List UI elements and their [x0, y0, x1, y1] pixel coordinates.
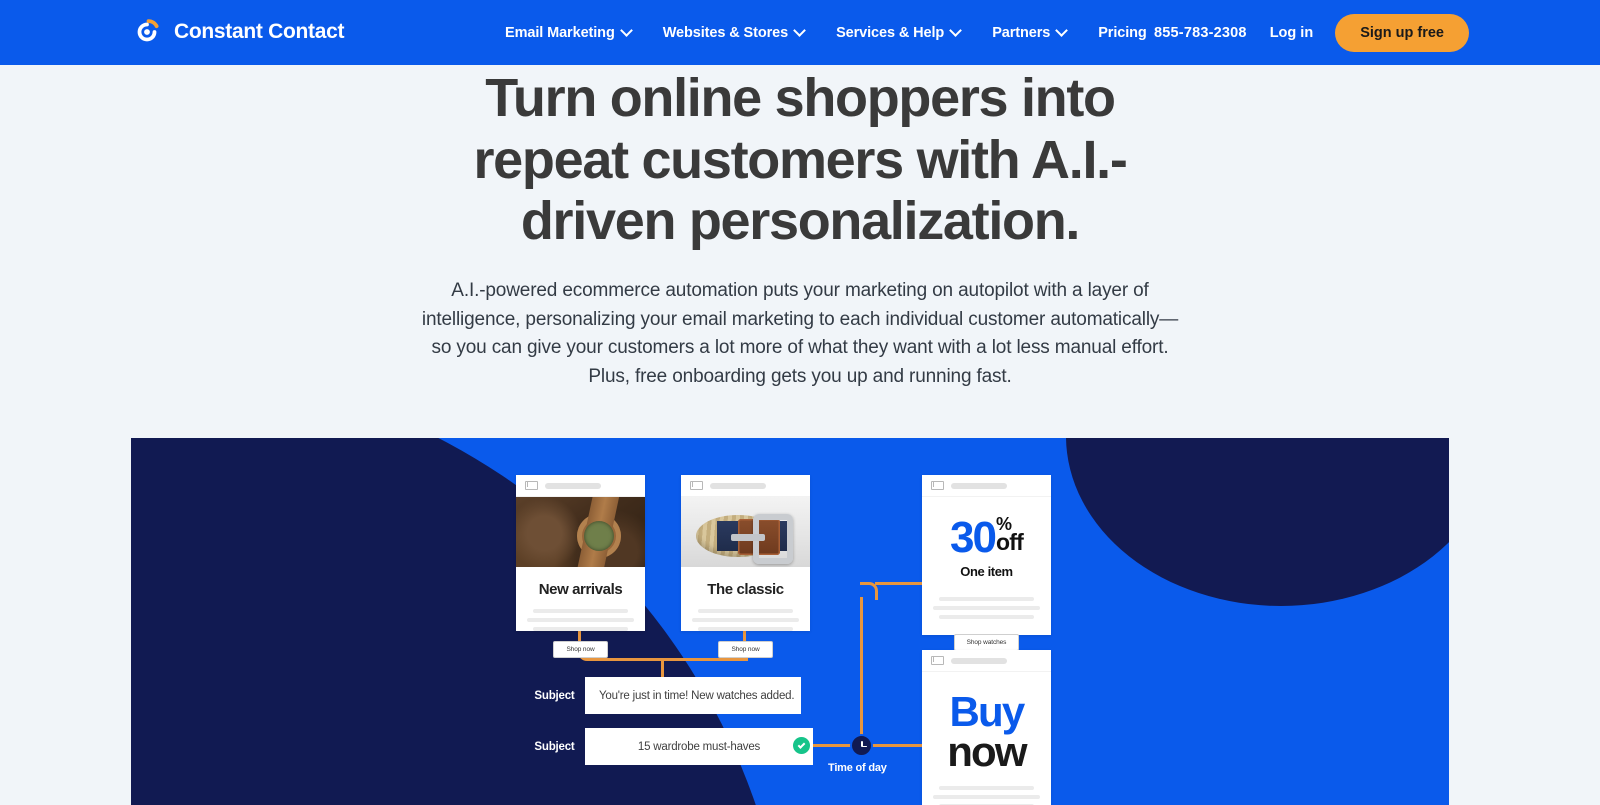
chevron-down-icon	[619, 24, 633, 37]
nav-item-websites-stores[interactable]: Websites & Stores	[647, 24, 820, 41]
shop-now-button[interactable]: Shop now	[553, 641, 608, 658]
email-card-new-arrivals[interactable]: New arrivals Shop now	[516, 475, 645, 658]
page-title: Turn online shoppers into repeat custome…	[473, 68, 1127, 252]
phone-number-link[interactable]: 855-783-2308	[1154, 25, 1247, 41]
nav-utility-group: 855-783-2308 Log in Sign up free	[1154, 0, 1469, 65]
nav-item-services-help[interactable]: Services & Help	[820, 24, 976, 41]
nav-item-label: Websites & Stores	[662, 24, 789, 41]
discount-subtitle: One item	[960, 563, 1013, 579]
subject-label: Subject	[524, 728, 585, 765]
buy-word-bottom: now	[947, 727, 1027, 775]
clock-icon[interactable]	[850, 734, 873, 757]
time-of-day-label: Time of day	[828, 762, 887, 774]
brand-logo-link[interactable]: Constant Contact	[131, 16, 345, 48]
email-card-buy-now[interactable]: Buy now	[922, 650, 1051, 805]
placeholder-bar	[545, 482, 601, 489]
login-link[interactable]: Log in	[1270, 25, 1314, 41]
wooden-watch-pinecones-photo	[516, 497, 645, 567]
card-text-placeholder	[922, 772, 1051, 805]
card-title: New arrivals	[538, 581, 623, 598]
card-header	[516, 475, 645, 497]
card-title: The classic	[707, 581, 784, 598]
connector-segment	[860, 597, 863, 745]
card-header	[922, 650, 1051, 672]
nav-item-email-marketing[interactable]: Email Marketing	[489, 24, 647, 41]
top-navigation-bar: Constant Contact Email Marketing Website…	[0, 0, 1600, 65]
card-text-placeholder	[922, 579, 1051, 619]
buy-word-top: Buy	[949, 688, 1026, 735]
nav-item-label: Email Marketing	[505, 24, 615, 41]
shop-now-button[interactable]: Shop now	[718, 641, 773, 658]
placeholder-bar	[951, 657, 1007, 664]
shop-watches-button[interactable]: Shop watches	[953, 633, 1020, 651]
card-header	[681, 475, 810, 497]
belt-buckle-shape	[731, 514, 793, 564]
connector-segment	[875, 582, 923, 585]
placeholder-bar	[951, 482, 1007, 489]
brand-name: Constant Contact	[174, 20, 345, 43]
card-text-placeholder	[681, 598, 810, 631]
envelope-icon	[525, 481, 538, 490]
chevron-down-icon	[793, 24, 806, 37]
email-card-discount[interactable]: 30 % off One item Shop watches	[922, 475, 1051, 651]
discount-number: 30	[950, 513, 997, 562]
subject-label: Subject	[524, 677, 585, 714]
discount-value: 30 % off	[922, 497, 1051, 562]
subject-row[interactable]: Subject 15 wardrobe must-haves	[524, 728, 813, 765]
envelope-icon	[931, 481, 944, 490]
nav-item-label: Pricing	[1098, 24, 1147, 41]
leather-belt-photo	[681, 497, 810, 567]
hero-illustration: New arrivals Shop now The classic Shop n…	[131, 438, 1449, 805]
discount-off-label: off	[995, 529, 1024, 556]
primary-nav-links: Email Marketing Websites & Stores Servic…	[489, 0, 1163, 65]
nav-item-label: Services & Help	[836, 24, 945, 41]
chevron-down-icon	[949, 24, 963, 37]
email-card-the-classic[interactable]: The classic Shop now	[681, 475, 810, 658]
card-image	[516, 497, 645, 567]
placeholder-bar	[710, 482, 766, 489]
nav-item-label: Partners	[992, 24, 1051, 41]
subject-value: 15 wardrobe must-haves	[585, 728, 813, 765]
card-text-placeholder	[516, 598, 645, 631]
sign-up-free-button[interactable]: Sign up free	[1335, 13, 1469, 52]
navy-ellipse-shape	[1066, 438, 1449, 606]
envelope-icon	[931, 656, 944, 665]
chevron-down-icon	[1055, 24, 1069, 37]
nav-item-pricing[interactable]: Pricing	[1082, 25, 1162, 41]
hero-subcopy: A.I.-powered ecommerce automation puts y…	[421, 279, 1179, 388]
watch-band-shape	[575, 497, 620, 567]
subject-value: You're just in time! New watches added.	[585, 677, 801, 714]
hero-copy-block: Turn online shoppers into repeat custome…	[0, 65, 1600, 392]
nav-item-partners[interactable]: Partners	[976, 24, 1082, 41]
envelope-icon	[690, 481, 703, 490]
constant-contact-logo-icon	[131, 16, 163, 48]
subject-row[interactable]: Subject You're just in time! New watches…	[524, 677, 801, 714]
card-image	[681, 497, 810, 567]
card-header	[922, 475, 1051, 497]
connector-segment	[593, 658, 748, 661]
subject-sent-check-icon	[791, 735, 812, 756]
